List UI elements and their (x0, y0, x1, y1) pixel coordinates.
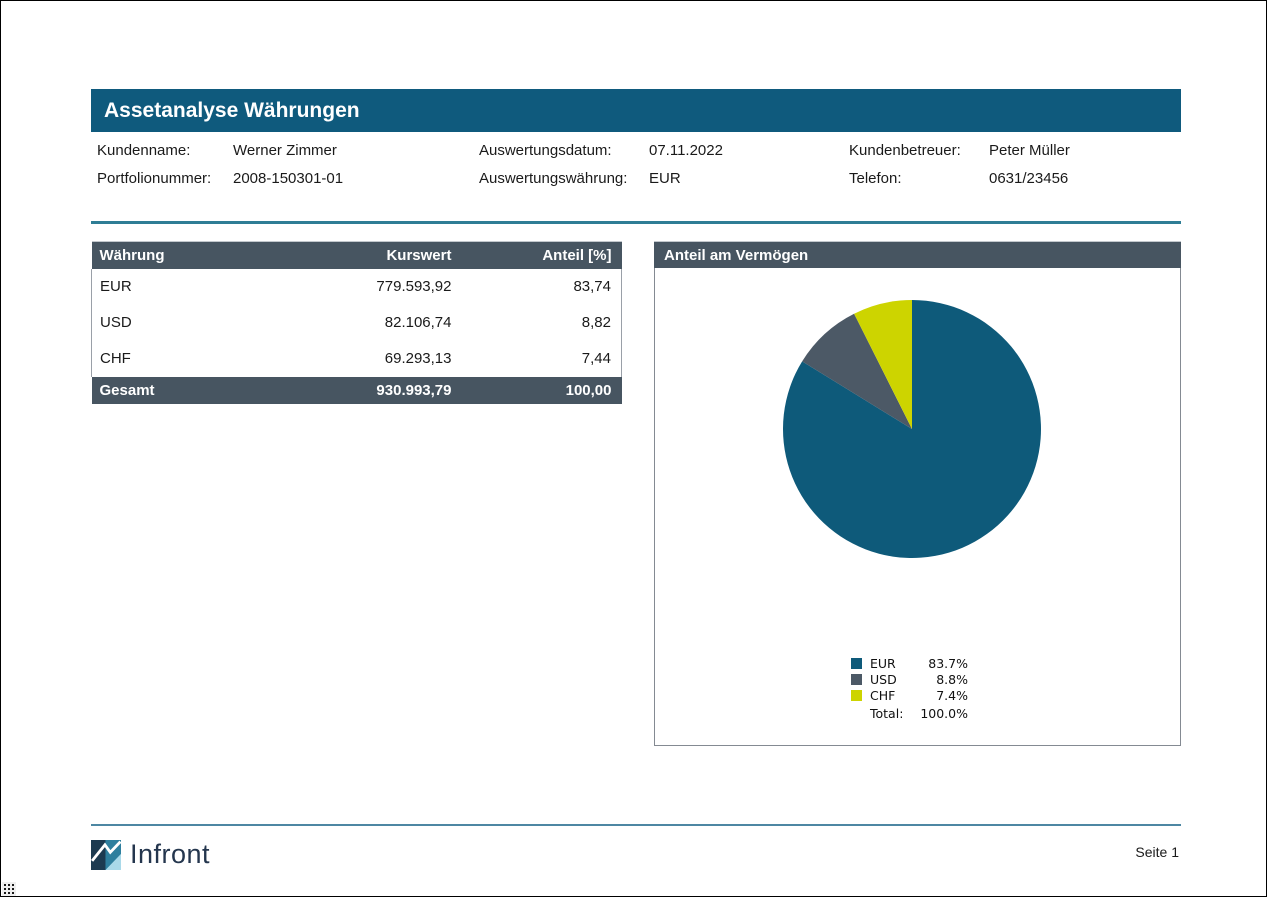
table-row-chf: CHF 69.293,13 7,44 (92, 341, 622, 377)
table-row-usd: USD 82.106,74 8,82 (92, 305, 622, 341)
kundenname-value: Werner Zimmer (233, 142, 337, 159)
col-waehrung: Währung (92, 242, 282, 269)
table-header-row: Währung Kurswert Anteil [%] (92, 242, 622, 269)
info-row-1: Kundenname: Werner Zimmer Auswertungsdat… (1, 142, 1266, 160)
cell-currency: EUR (92, 269, 282, 305)
cell-currency: CHF (92, 341, 282, 377)
legend-swatch-chf (851, 690, 862, 701)
currency-table: Währung Kurswert Anteil [%] EUR 779.593,… (91, 241, 622, 404)
page-title: Assetanalyse Währungen (91, 89, 1181, 132)
legend-total-percent: 100.0% (916, 706, 968, 721)
cell-kurswert: 779.593,92 (282, 269, 462, 305)
cell-currency: USD (92, 305, 282, 341)
info-row-2: Portfolionummer: 2008-150301-01 Auswertu… (1, 170, 1266, 188)
legend-swatch-eur (851, 658, 862, 669)
page-number: Seite 1 (1135, 844, 1179, 860)
legend-item-chf: CHF 7.4% (851, 688, 969, 703)
auswertungswaehrung-label: Auswertungswährung: (479, 170, 627, 187)
portfolionummer-value: 2008-150301-01 (233, 170, 343, 187)
infront-logo-icon (91, 840, 121, 870)
legend-percent: 83.7% (916, 656, 968, 671)
chart-panel-title: Anteil am Vermögen (654, 241, 1181, 268)
cell-anteil: 7,44 (462, 341, 622, 377)
cell-kurswert: 82.106,74 (282, 305, 462, 341)
infront-wordmark: Infront (130, 839, 210, 870)
total-label: Gesamt (92, 377, 282, 404)
table-total-row: Gesamt 930.993,79 100,00 (92, 377, 622, 404)
currency-table-section: Währung Kurswert Anteil [%] EUR 779.593,… (91, 241, 621, 404)
legend-percent: 7.4% (916, 688, 968, 703)
cell-anteil: 8,82 (462, 305, 622, 341)
legend-label: USD (870, 672, 916, 687)
auswertungswaehrung-value: EUR (649, 170, 681, 187)
footer-divider (91, 824, 1181, 826)
legend-label: CHF (870, 688, 916, 703)
table-row-eur: EUR 779.593,92 83,74 (92, 269, 622, 305)
telefon-label: Telefon: (849, 170, 902, 187)
legend-total-label: Total: (870, 706, 916, 721)
legend-total-row: Total: 100.0% (851, 706, 969, 721)
infront-logo: Infront (91, 839, 210, 871)
legend-label: EUR (870, 656, 916, 671)
resize-grip-icon (2, 882, 16, 897)
cell-kurswert: 69.293,13 (282, 341, 462, 377)
col-anteil: Anteil [%] (462, 242, 622, 269)
cell-anteil: 83,74 (462, 269, 622, 305)
legend-swatch-blank (851, 708, 862, 719)
auswertungsdatum-value: 07.11.2022 (649, 142, 723, 159)
header-divider (91, 221, 1181, 224)
total-anteil: 100,00 (462, 377, 622, 404)
kundenname-label: Kundenname: (97, 142, 190, 159)
report-page: Assetanalyse Währungen Kundenname: Werne… (0, 0, 1267, 897)
col-kurswert: Kurswert (282, 242, 462, 269)
auswertungsdatum-label: Auswertungsdatum: (479, 142, 612, 159)
total-kurswert: 930.993,79 (282, 377, 462, 404)
telefon-value: 0631/23456 (989, 170, 1068, 187)
kundenbetreuer-value: Peter Müller (989, 142, 1070, 159)
kundenbetreuer-label: Kundenbetreuer: (849, 142, 961, 159)
legend-item-usd: USD 8.8% (851, 672, 969, 687)
legend-percent: 8.8% (916, 672, 968, 687)
legend-item-eur: EUR 83.7% (851, 656, 969, 671)
chart-panel: Anteil am Vermögen EUR 83.7% USD 8.8% CH… (654, 241, 1181, 746)
portfolionummer-label: Portfolionummer: (97, 170, 211, 187)
legend-swatch-usd (851, 674, 862, 685)
chart-panel-body: EUR 83.7% USD 8.8% CHF 7.4% Total: 100.0… (654, 268, 1181, 746)
pie-legend: EUR 83.7% USD 8.8% CHF 7.4% Total: 100.0… (851, 656, 969, 722)
